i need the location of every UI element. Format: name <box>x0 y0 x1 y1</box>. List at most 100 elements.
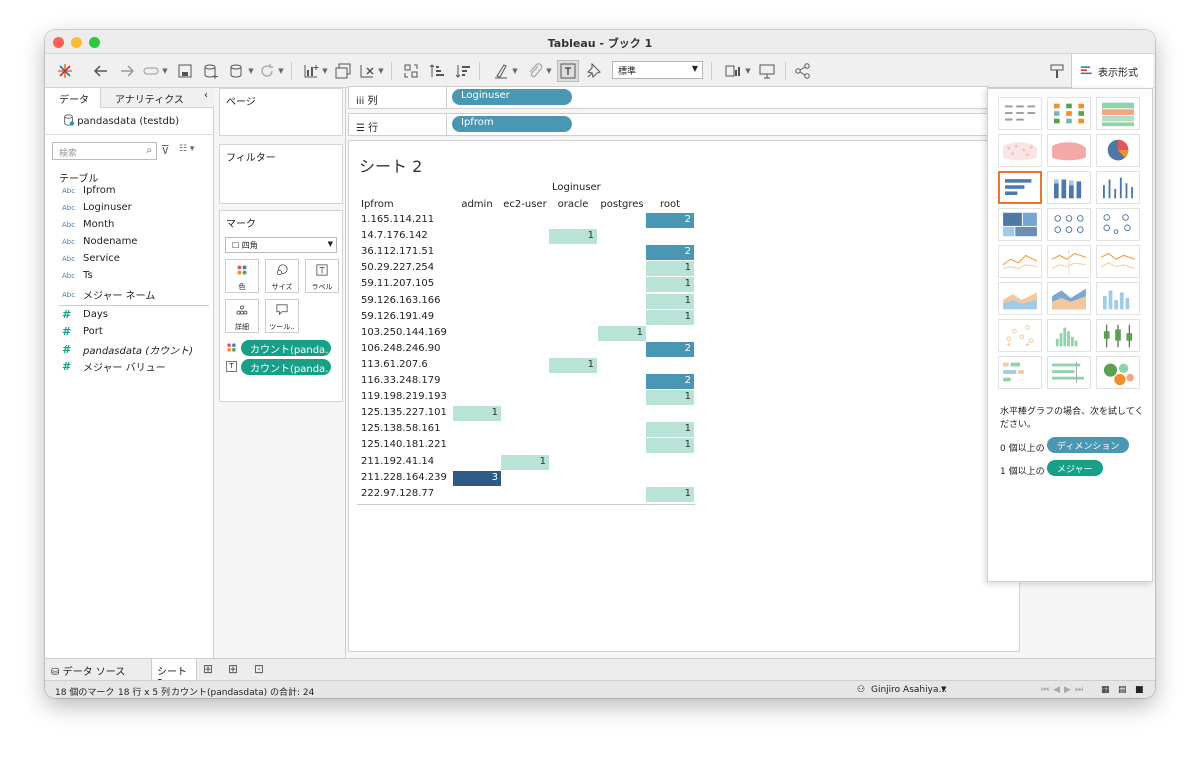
chevron-down-icon[interactable]: ▼ <box>941 685 946 693</box>
table-cell-mark[interactable]: 1 <box>646 486 694 502</box>
show-me-side-by-side-bars-icon[interactable] <box>1096 171 1140 204</box>
filters-card[interactable]: フィルター <box>219 144 343 204</box>
show-me-scatter-plot-icon[interactable] <box>998 319 1042 352</box>
tab-datasource[interactable]: ⛁ データ ソース <box>51 663 125 678</box>
color-button[interactable]: 色 <box>225 259 259 293</box>
row-header-ip[interactable]: 125.140.181.221 <box>361 439 447 450</box>
new-worksheet-icon[interactable]: ▼ <box>301 60 329 82</box>
sheet-title[interactable]: シート 2 <box>359 153 422 177</box>
table-cell-mark[interactable]: 1 <box>549 357 597 373</box>
show-sheet-sorter-icon[interactable]: ▦ <box>1101 685 1110 695</box>
show-me-packed-bubbles-icon[interactable] <box>1096 356 1140 389</box>
table-cell-mark[interactable]: 1 <box>646 422 694 438</box>
label-button[interactable]: ラベル <box>305 259 339 293</box>
share-icon[interactable] <box>793 60 813 82</box>
table-cell-mark[interactable]: 1 <box>646 277 694 293</box>
table-cell-mark[interactable]: 1 <box>646 309 694 325</box>
row-header-ip[interactable]: 222.97.128.77 <box>361 488 434 499</box>
fit-select[interactable]: 標準 ▼ <box>612 61 703 79</box>
show-me-box-whisker-icon[interactable] <box>1096 319 1140 352</box>
search-input[interactable]: 検索 ⌕ <box>52 142 157 160</box>
sort-descending-icon[interactable] <box>453 60 473 82</box>
show-me-treemap-icon[interactable] <box>998 208 1042 241</box>
new-worksheet-tab-icon[interactable]: ⊞ <box>203 662 213 676</box>
show-me-highlight-table-icon[interactable] <box>1096 97 1140 130</box>
field-measure[interactable]: # Port <box>62 325 103 338</box>
show-me-pie-chart-icon[interactable] <box>1096 134 1140 167</box>
column-header-ec2-user[interactable]: ec2-user <box>501 199 549 210</box>
sheet-nav-arrows[interactable]: ⏮◀▶⏭ <box>1041 685 1087 695</box>
collapse-panel-icon[interactable]: ‹ <box>204 90 208 101</box>
show-me-gantt-icon[interactable] <box>998 356 1042 389</box>
row-header-title[interactable]: Ipfrom <box>361 199 394 210</box>
row-header-ip[interactable]: 116.33.248.179 <box>361 375 441 386</box>
tooltip-button[interactable]: ツール.. <box>265 299 299 333</box>
format-paint-icon[interactable] <box>1047 60 1067 82</box>
show-me-area-continuous-icon[interactable] <box>998 282 1042 315</box>
new-datasource-icon[interactable] <box>201 60 221 82</box>
show-me-heat-map-icon[interactable] <box>1047 97 1091 130</box>
show-me-dual-lines-icon[interactable] <box>1096 245 1140 278</box>
rows-pill-ipfrom[interactable]: Ipfrom <box>452 116 572 132</box>
row-header-ip[interactable]: 14.7.176.142 <box>361 230 428 241</box>
table-cell-mark[interactable]: 1 <box>646 390 694 406</box>
field-dimension[interactable]: Abc Service <box>62 253 120 264</box>
group-members-icon[interactable]: ▼ <box>525 60 553 82</box>
show-me-side-by-side-circles-icon[interactable] <box>1096 208 1140 241</box>
show-me-discrete-lines-icon[interactable] <box>1047 245 1091 278</box>
field-dimension[interactable]: Abc Month <box>62 219 114 230</box>
pause-update-icon[interactable]: ▼ <box>227 60 255 82</box>
tab-analytics[interactable]: アナリティクス ‹ <box>100 88 214 108</box>
table-cell-mark[interactable]: 3 <box>453 470 501 486</box>
row-header-ip[interactable]: 211.192.41.14 <box>361 456 434 467</box>
field-measure[interactable]: # pandasdata (カウント) <box>62 342 193 357</box>
row-header-ip[interactable]: 1.165.114.211 <box>361 214 434 225</box>
show-mark-labels-icon[interactable] <box>557 60 579 82</box>
show-me-symbol-map-icon[interactable] <box>998 134 1042 167</box>
show-me-area-discrete-icon[interactable] <box>1047 282 1091 315</box>
back-arrow-icon[interactable] <box>91 60 111 82</box>
detail-button[interactable]: 詳細 <box>225 299 259 333</box>
table-cell-mark[interactable]: 1 <box>646 293 694 309</box>
show-me-filled-map-icon[interactable] <box>1047 134 1091 167</box>
clear-sheet-icon[interactable]: ▼ <box>357 60 385 82</box>
view-options-icon[interactable]: ☷ ▾ <box>179 144 194 154</box>
column-header-admin[interactable]: admin <box>453 199 501 210</box>
user-menu[interactable]: Ginjiro Asahiya... <box>871 685 947 695</box>
field-dimension[interactable]: Abc Loginuser <box>62 202 132 213</box>
row-header-ip[interactable]: 211.228.164.239 <box>361 472 447 483</box>
duplicate-sheet-icon[interactable] <box>333 60 353 82</box>
row-header-ip[interactable]: 106.248.246.90 <box>361 343 441 354</box>
table-cell-mark[interactable]: 1 <box>598 325 646 341</box>
mark-type-select[interactable]: ☐ 四角 ▼ <box>225 237 337 253</box>
tableau-logo-icon[interactable] <box>55 60 75 82</box>
field-dimension[interactable]: Abc Ts <box>62 270 93 281</box>
presentation-mode-icon[interactable] <box>757 60 777 82</box>
field-dimension[interactable]: Abc Nodename <box>62 236 137 247</box>
table-cell-mark[interactable]: 1 <box>501 454 549 470</box>
text-measure-pill[interactable]: カウント(panda.. <box>241 359 331 375</box>
fix-axes-pin-icon[interactable] <box>583 60 603 82</box>
show-hide-cards-icon[interactable]: ▼ <box>723 60 753 82</box>
datasource-item[interactable]: pandasdata (testdb) <box>63 114 179 127</box>
field-dimension[interactable]: Abc メジャー ネーム <box>62 287 155 303</box>
table-cell-mark[interactable]: 1 <box>646 261 694 277</box>
row-header-ip[interactable]: 59.11.207.105 <box>361 278 434 289</box>
show-me-bullet-graph-icon[interactable] <box>1047 356 1091 389</box>
table-cell-mark[interactable]: 1 <box>549 229 597 245</box>
show-me-dual-combination-icon[interactable] <box>1096 282 1140 315</box>
filter-fields-icon[interactable]: ⊽ <box>161 143 170 157</box>
table-cell-mark[interactable]: 2 <box>646 245 694 261</box>
table-cell-mark[interactable]: 2 <box>646 341 694 357</box>
columns-pill-loginuser[interactable]: Loginuser <box>452 89 572 105</box>
columns-shelf[interactable]: iii 列 Loginuser <box>348 86 988 109</box>
show-me-histogram-icon[interactable] <box>1047 319 1091 352</box>
refresh-icon[interactable]: ▼ <box>257 60 285 82</box>
table-cell-mark[interactable]: 2 <box>646 213 694 228</box>
save-icon[interactable] <box>175 60 195 82</box>
row-header-ip[interactable]: 103.250.144.169 <box>361 327 447 338</box>
row-header-ip[interactable]: 36.112.171.51 <box>361 246 434 257</box>
new-story-tab-icon[interactable]: ⊡ <box>254 662 264 676</box>
show-me-stacked-bars-icon[interactable] <box>1047 171 1091 204</box>
new-dashboard-tab-icon[interactable]: ⊞ <box>228 662 238 676</box>
